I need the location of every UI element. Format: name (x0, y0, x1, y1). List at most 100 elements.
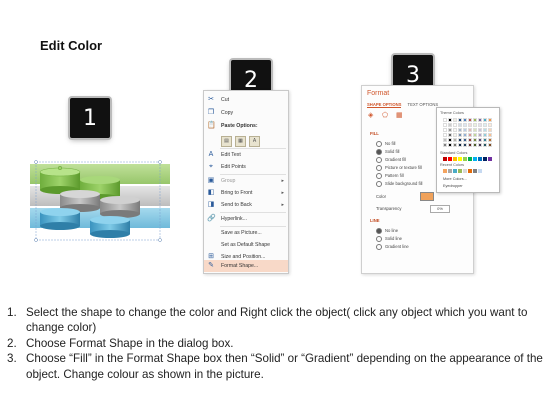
color-swatch[interactable] (443, 169, 448, 174)
color-swatch[interactable] (482, 142, 488, 148)
color-swatch[interactable] (472, 132, 478, 138)
color-swatch[interactable] (477, 137, 483, 143)
fill-option-gradient[interactable]: Gradient fill (376, 157, 406, 163)
color-swatch[interactable] (472, 142, 478, 148)
color-swatch[interactable] (457, 118, 463, 123)
line-section-header[interactable]: LINE (370, 218, 380, 223)
color-swatch[interactable] (443, 122, 448, 128)
color-swatch[interactable] (477, 142, 483, 148)
eyedropper-link[interactable]: Eyedropper (443, 184, 463, 188)
color-swatch[interactable] (447, 137, 453, 143)
fill-option-no-fill[interactable]: No fill (376, 141, 395, 147)
color-swatch[interactable] (452, 132, 458, 138)
color-swatch[interactable] (462, 118, 468, 123)
color-swatch[interactable] (457, 157, 463, 162)
color-swatch[interactable] (467, 142, 473, 148)
menu-item-hyperlink[interactable]: 🔗 Hyperlink... (204, 213, 288, 225)
color-swatch[interactable] (443, 142, 448, 148)
color-swatch[interactable] (443, 157, 448, 162)
color-swatch[interactable] (487, 127, 493, 133)
color-swatch[interactable] (477, 132, 483, 138)
color-swatch[interactable] (447, 169, 453, 174)
color-swatch[interactable] (452, 127, 458, 133)
line-option-solid[interactable]: Solid line (376, 236, 402, 242)
menu-item-set-default-shape[interactable]: Set as Default Shape (204, 239, 288, 251)
color-swatch[interactable] (487, 122, 493, 128)
size-properties-icon[interactable]: ▦ (396, 112, 404, 120)
color-swatch[interactable] (462, 132, 468, 138)
menu-item-edit-points[interactable]: ⌖ Edit Points (204, 161, 288, 173)
color-swatch[interactable] (467, 122, 473, 128)
color-swatch[interactable] (487, 137, 493, 143)
fill-section-header[interactable]: FILL (370, 131, 379, 136)
color-swatch[interactable] (477, 122, 483, 128)
color-swatch[interactable] (452, 169, 458, 174)
color-swatch[interactable] (443, 118, 448, 123)
color-swatch[interactable] (467, 157, 473, 162)
color-swatch[interactable] (472, 169, 478, 174)
color-swatch[interactable] (482, 132, 488, 138)
color-swatch[interactable] (462, 142, 468, 148)
color-swatch[interactable] (457, 169, 463, 174)
color-swatch[interactable] (452, 122, 458, 128)
color-swatch[interactable] (472, 137, 478, 143)
menu-item-save-as-picture[interactable]: Save as Picture... (204, 227, 288, 239)
color-swatch[interactable] (457, 137, 463, 143)
color-swatch[interactable] (472, 118, 478, 123)
fill-option-picture[interactable]: Picture or texture fill (376, 165, 422, 171)
fill-line-icon[interactable]: ◈ (368, 112, 376, 120)
line-option-no-line[interactable]: No line (376, 228, 398, 234)
color-swatch[interactable] (472, 157, 478, 162)
color-swatch[interactable] (477, 169, 483, 174)
color-swatch[interactable] (487, 132, 493, 138)
paste-text-icon[interactable]: A (249, 136, 260, 147)
transparency-input[interactable]: 0% (430, 205, 450, 213)
menu-item-format-shape[interactable]: ✎ Format Shape... (204, 260, 288, 272)
color-swatch[interactable] (447, 157, 453, 162)
fill-option-slide-background[interactable]: Slide background fill (376, 181, 422, 187)
menu-item-copy[interactable]: ❐ Copy (204, 107, 288, 119)
fill-color-button[interactable] (420, 192, 434, 201)
menu-item-send-to-back[interactable]: ◨ Send to Back ▸ (204, 199, 288, 211)
stacked-cylinders-graphic[interactable] (30, 160, 170, 244)
color-swatch[interactable] (462, 127, 468, 133)
color-swatch[interactable] (443, 127, 448, 133)
fill-option-solid[interactable]: Solid fill (376, 149, 399, 155)
color-swatch[interactable] (467, 132, 473, 138)
color-swatch[interactable] (487, 118, 493, 123)
shape-illustration[interactable] (30, 160, 170, 244)
color-swatch[interactable] (472, 122, 478, 128)
color-swatch[interactable] (452, 137, 458, 143)
color-swatch[interactable] (447, 127, 453, 133)
color-swatch[interactable] (482, 157, 488, 162)
paste-picture-icon[interactable]: ▦ (235, 136, 246, 147)
menu-item-bring-to-front[interactable]: ◧ Bring to Front ▸ (204, 187, 288, 199)
effects-icon[interactable]: ⬠ (382, 112, 390, 120)
color-swatch[interactable] (447, 132, 453, 138)
color-swatch[interactable] (447, 142, 453, 148)
menu-item-cut[interactable]: ✂ Cut (204, 94, 288, 106)
color-swatch[interactable] (477, 157, 483, 162)
color-swatch[interactable] (462, 137, 468, 143)
color-swatch[interactable] (462, 122, 468, 128)
color-swatch[interactable] (487, 142, 493, 148)
color-swatch[interactable] (462, 157, 468, 162)
tab-text-options[interactable]: TEXT OPTIONS (408, 102, 439, 107)
color-swatch[interactable] (467, 169, 473, 174)
tab-shape-options[interactable]: SHAPE OPTIONS (367, 102, 402, 108)
color-swatch[interactable] (477, 127, 483, 133)
color-swatch[interactable] (457, 142, 463, 148)
menu-item-edit-text[interactable]: A Edit Text (204, 149, 288, 161)
color-swatch[interactable] (457, 127, 463, 133)
color-swatch[interactable] (467, 118, 473, 123)
color-swatch[interactable] (482, 118, 488, 123)
color-swatch[interactable] (447, 118, 453, 123)
more-colors-link[interactable]: More Colors... (443, 177, 467, 181)
color-swatch[interactable] (452, 142, 458, 148)
line-option-gradient[interactable]: Gradient line (376, 244, 409, 250)
color-swatch[interactable] (443, 132, 448, 138)
color-swatch[interactable] (467, 127, 473, 133)
color-swatch[interactable] (472, 127, 478, 133)
paste-keep-format-icon[interactable]: ▤ (221, 136, 232, 147)
color-swatch[interactable] (467, 137, 473, 143)
